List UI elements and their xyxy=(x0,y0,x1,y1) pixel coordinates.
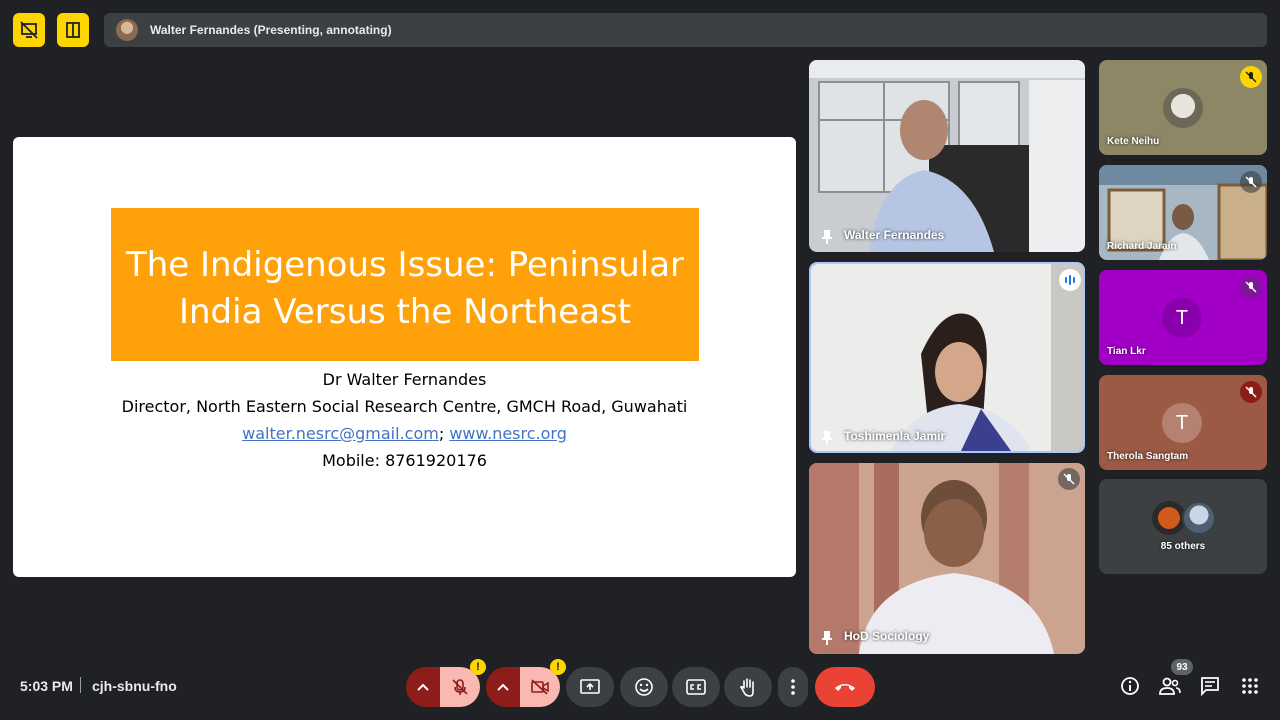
speaking-icon xyxy=(1065,275,1075,285)
layout-icon xyxy=(66,22,80,38)
avatar xyxy=(1163,88,1203,128)
slide-title: The Indigenous Issue: Peninsular India V… xyxy=(126,234,684,336)
info-icon xyxy=(1121,677,1139,695)
participant-tile-hod[interactable]: HoD Sociology xyxy=(809,463,1085,654)
participant-name: Richard Jarain xyxy=(1107,241,1177,252)
participant-tile-richard[interactable]: Richard Jarain xyxy=(1099,165,1267,260)
people-icon xyxy=(1159,677,1181,695)
mic-off-indicator xyxy=(1240,276,1262,298)
pin-icon[interactable] xyxy=(821,230,833,244)
participant-video xyxy=(809,463,1085,654)
pin-icon[interactable] xyxy=(821,631,833,645)
camera-off-icon xyxy=(531,679,549,695)
others-tile[interactable]: 85 others xyxy=(1099,479,1267,574)
slide-author: Dr Walter Fernandes xyxy=(322,370,487,389)
slide-email-link[interactable]: walter.nesrc@gmail.com xyxy=(242,424,439,443)
presenting-banner: Walter Fernandes (Presenting, annotating… xyxy=(104,13,1267,47)
chevron-up-icon xyxy=(497,683,509,691)
participant-name: Walter Fernandes xyxy=(844,228,945,242)
avatar xyxy=(1182,501,1216,535)
divider xyxy=(80,677,81,693)
mic-off-indicator xyxy=(1240,381,1262,403)
avatar-initial: T xyxy=(1175,411,1189,434)
mic-off-icon xyxy=(1245,386,1257,398)
mic-off-icon xyxy=(1245,71,1257,83)
people-button[interactable] xyxy=(1158,674,1182,698)
microphone-toggle-button[interactable]: ! xyxy=(440,659,486,707)
warning-badge: ! xyxy=(470,659,486,675)
slide-title-box: The Indigenous Issue: Peninsular India V… xyxy=(111,208,699,361)
slide-website-link[interactable]: www.nesrc.org xyxy=(449,424,567,443)
slide-title-line-2: India Versus the Northeast xyxy=(178,291,632,332)
participant-tile-therola[interactable]: T Therola Sangtam xyxy=(1099,375,1267,470)
present-mode-icon xyxy=(20,21,38,39)
meeting-time: 5:03 PM xyxy=(20,678,73,694)
end-call-icon xyxy=(835,684,855,691)
mic-off-icon xyxy=(1245,176,1257,188)
layout-button[interactable] xyxy=(57,13,89,47)
participant-name: HoD Sociology xyxy=(844,629,930,643)
presenter-label: Walter Fernandes (Presenting, annotating… xyxy=(150,23,392,37)
mic-off-icon xyxy=(452,679,468,695)
avatar: T xyxy=(1162,403,1202,443)
avatar: T xyxy=(1162,298,1202,338)
participant-count-badge: 93 xyxy=(1171,659,1193,675)
mic-off-indicator xyxy=(1058,468,1080,490)
more-options-icon xyxy=(791,679,795,695)
avatar-initial: T xyxy=(1175,306,1189,329)
chat-button[interactable] xyxy=(1198,674,1222,698)
activities-button[interactable] xyxy=(1238,674,1262,698)
activities-icon xyxy=(1242,678,1258,694)
chevron-up-icon xyxy=(417,683,429,691)
meeting-details-button[interactable] xyxy=(1118,674,1142,698)
presenter-avatar xyxy=(116,19,138,41)
avatar xyxy=(1152,501,1186,535)
more-options-button[interactable] xyxy=(778,667,808,707)
mic-off-indicator xyxy=(1240,171,1262,193)
participant-tile-tian[interactable]: T Tian Lkr xyxy=(1099,270,1267,365)
captions-button[interactable] xyxy=(672,667,720,707)
mic-off-icon xyxy=(1063,473,1075,485)
camera-toggle-button[interactable]: ! xyxy=(520,659,566,707)
audio-options-button[interactable] xyxy=(406,667,440,707)
participant-video xyxy=(811,264,1083,451)
participant-tile-kete[interactable]: Kete Neihu xyxy=(1099,60,1267,155)
raise-hand-icon xyxy=(740,678,754,697)
chat-icon xyxy=(1201,677,1219,696)
pin-icon[interactable] xyxy=(821,431,833,445)
warning-badge: ! xyxy=(550,659,566,675)
present-mode-button[interactable] xyxy=(13,13,45,47)
participant-video xyxy=(809,60,1085,252)
present-screen-button[interactable] xyxy=(566,667,614,707)
emoji-icon xyxy=(635,678,653,696)
participant-name: Therola Sangtam xyxy=(1107,451,1189,462)
mic-off-indicator xyxy=(1240,66,1262,88)
speaking-indicator xyxy=(1059,269,1081,291)
leave-call-button[interactable] xyxy=(815,667,875,707)
captions-icon xyxy=(686,679,706,695)
participant-tile-toshimenla[interactable]: Toshimenla Jamir xyxy=(809,262,1085,453)
others-label: 85 others xyxy=(1160,541,1206,552)
participant-name: Kete Neihu xyxy=(1107,136,1160,147)
participant-tile-walter[interactable]: Walter Fernandes xyxy=(809,60,1085,252)
slide-mobile: Mobile: 8761920176 xyxy=(322,451,487,470)
video-options-button[interactable] xyxy=(486,667,520,707)
emoji-reactions-button[interactable] xyxy=(620,667,668,707)
present-screen-icon xyxy=(580,679,600,694)
slide-title-line-1: The Indigenous Issue: Peninsular xyxy=(125,244,685,285)
slide-contact-separator: ; xyxy=(438,424,445,443)
mic-off-icon xyxy=(1245,281,1257,293)
raise-hand-button[interactable] xyxy=(724,667,772,707)
participant-name: Toshimenla Jamir xyxy=(844,429,946,443)
slide-contact: walter.nesrc@gmail.com; www.nesrc.org xyxy=(13,420,796,447)
slide-affiliation: Director, North Eastern Social Research … xyxy=(121,397,688,416)
slide-info: Dr Walter Fernandes Director, North East… xyxy=(13,366,796,474)
participant-name: Tian Lkr xyxy=(1107,346,1146,357)
meeting-code: cjh-sbnu-fno xyxy=(92,678,177,694)
presentation-slide: The Indigenous Issue: Peninsular India V… xyxy=(13,137,796,577)
